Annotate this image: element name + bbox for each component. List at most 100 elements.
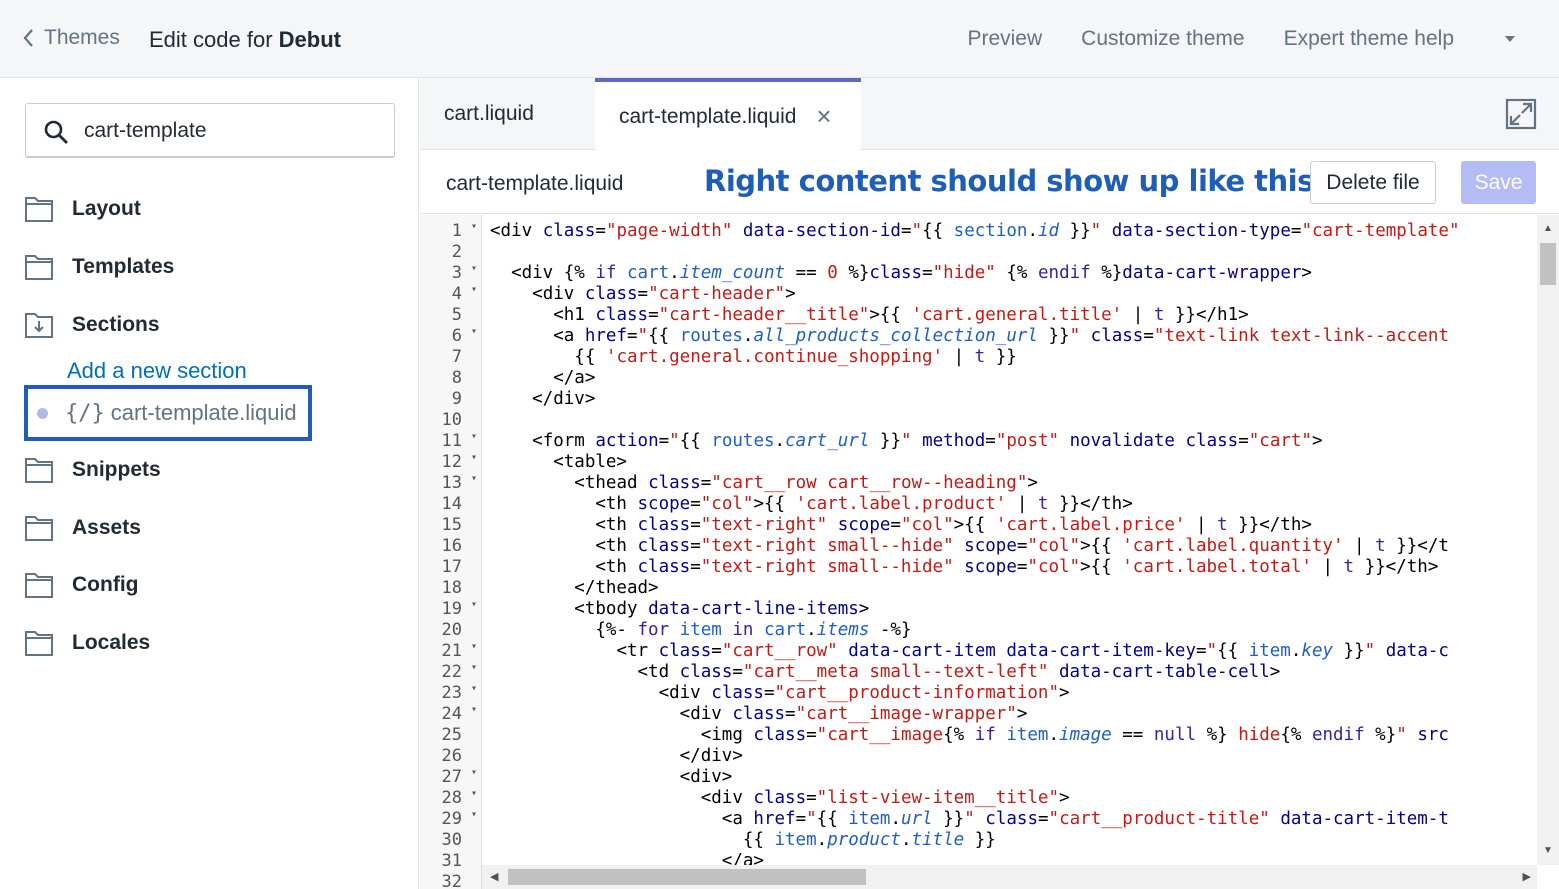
code-line: <tr class="cart__row" data-cart-item dat… bbox=[616, 641, 1449, 661]
folder-label[interactable]: Templates bbox=[72, 255, 174, 279]
line-number: 10 bbox=[441, 410, 462, 430]
code-line: <a href="{{ item.url }}" class="cart__pr… bbox=[721, 809, 1449, 829]
fold-arrow-icon[interactable]: ▾ bbox=[471, 284, 477, 295]
code-line: <th class="text-right small--hide" scope… bbox=[595, 557, 1439, 577]
fold-arrow-icon[interactable]: ▾ bbox=[471, 809, 477, 820]
code-line: {{ item.product.title }} bbox=[490, 830, 996, 850]
fold-arrow-icon[interactable]: ▾ bbox=[471, 473, 477, 484]
vertical-scrollbar[interactable]: ▲ ▼ bbox=[1537, 215, 1559, 865]
scroll-down-icon[interactable]: ▼ bbox=[1543, 845, 1553, 856]
editor-tabs: cart.liquid cart-template.liquid × bbox=[420, 78, 1559, 151]
folder-snippets[interactable]: Snippets bbox=[24, 455, 161, 485]
line-number: 4 ▾ bbox=[451, 284, 477, 304]
search-input[interactable] bbox=[84, 116, 384, 146]
folder-layout[interactable]: Layout bbox=[24, 194, 141, 224]
file-item-label[interactable]: cart-template.liquid bbox=[111, 400, 297, 426]
vertical-scroll-thumb[interactable] bbox=[1540, 243, 1556, 285]
fold-arrow-icon[interactable]: ▾ bbox=[471, 452, 477, 463]
fold-arrow-icon[interactable]: ▾ bbox=[471, 599, 477, 610]
line-number: 12 ▾ bbox=[441, 452, 477, 472]
code-line: <th class="text-right" scope="col">{{ 'c… bbox=[595, 515, 1312, 535]
code-line: </thead> bbox=[490, 578, 659, 598]
folder-assets[interactable]: Assets bbox=[24, 513, 141, 543]
line-number: 11 ▾ bbox=[441, 431, 477, 451]
line-number: 14 bbox=[441, 494, 462, 514]
folder-label[interactable]: Snippets bbox=[72, 458, 161, 482]
line-number: 23 ▾ bbox=[441, 683, 477, 703]
code-line: <div class="cart__image-wrapper"> bbox=[679, 704, 1028, 724]
search-box[interactable] bbox=[25, 103, 395, 158]
fold-arrow-icon[interactable]: ▾ bbox=[471, 704, 477, 715]
fold-arrow-icon[interactable]: ▾ bbox=[471, 431, 477, 442]
code-line: </a> bbox=[490, 851, 764, 865]
folder-label[interactable]: Locales bbox=[72, 631, 150, 655]
line-number: 18 bbox=[441, 578, 462, 598]
horizontal-scrollbar[interactable]: ◀ ▶ bbox=[482, 865, 1537, 889]
tab-cart-template-liquid[interactable]: cart-template.liquid × bbox=[595, 78, 861, 151]
back-themes-link[interactable]: Themes bbox=[22, 26, 120, 50]
folder-config[interactable]: Config bbox=[24, 570, 138, 600]
line-number: 1 ▾ bbox=[451, 221, 477, 241]
tab-cart-liquid[interactable]: cart.liquid bbox=[420, 78, 595, 150]
line-number: 16 bbox=[441, 536, 462, 556]
expand-icon[interactable] bbox=[1505, 98, 1537, 130]
horizontal-scroll-thumb[interactable] bbox=[508, 869, 866, 885]
fold-arrow-icon[interactable]: ▾ bbox=[471, 767, 477, 778]
save-button[interactable]: Save bbox=[1461, 161, 1536, 204]
code-line: <h1 class="cart-header__title">{{ 'cart.… bbox=[553, 305, 1249, 325]
fold-arrow-icon[interactable]: ▾ bbox=[471, 221, 477, 232]
caret-down-icon bbox=[1505, 36, 1515, 42]
code-line: <form action="{{ routes.cart_url }}" met… bbox=[532, 431, 1323, 451]
fold-arrow-icon[interactable]: ▾ bbox=[471, 662, 477, 673]
file-sidebar: Layout Templates Sections Add a new sect… bbox=[0, 78, 419, 889]
fold-arrow-icon[interactable]: ▾ bbox=[471, 683, 477, 694]
line-number: 22 ▾ bbox=[441, 662, 477, 682]
back-label[interactable]: Themes bbox=[44, 26, 120, 50]
code-line: {%- for item in cart.items -%} bbox=[490, 620, 912, 640]
code-line: <div class="page-width" data-section-id=… bbox=[490, 221, 1460, 241]
code-area[interactable]: <div class="page-width" data-section-id=… bbox=[490, 215, 1537, 865]
line-number: 9 bbox=[451, 389, 462, 409]
fold-arrow-icon[interactable]: ▾ bbox=[471, 263, 477, 274]
preview-link[interactable]: Preview bbox=[967, 27, 1042, 51]
annotation-text: Right content should show up like this bbox=[704, 164, 1314, 198]
delete-file-button[interactable]: Delete file bbox=[1310, 161, 1436, 204]
folder-label[interactable]: Sections bbox=[72, 313, 160, 337]
file-item-cart-template[interactable]: {/} cart-template.liquid bbox=[24, 385, 312, 441]
folder-icon bbox=[25, 516, 53, 541]
page-title-prefix: Edit code for bbox=[149, 27, 279, 52]
line-gutter: 1 ▾ 2 3 ▾ 4 ▾ 5 6 ▾ 7 8 9 10 11 ▾ 12 ▾ 13 ▾ 14 15 16 17 18 19 ▾ 20 2… bbox=[420, 215, 482, 889]
tab-label[interactable]: cart-template.liquid bbox=[619, 105, 796, 129]
add-new-section-link[interactable]: Add a new section bbox=[67, 358, 247, 384]
folder-locales[interactable]: Locales bbox=[24, 628, 150, 658]
line-number: 6 ▾ bbox=[451, 326, 477, 346]
folder-label[interactable]: Config bbox=[72, 573, 138, 597]
fold-arrow-icon[interactable]: ▾ bbox=[471, 788, 477, 799]
code-line: <a href="{{ routes.all_products_collecti… bbox=[553, 326, 1449, 346]
customize-theme-link[interactable]: Customize theme bbox=[1081, 27, 1244, 51]
folder-icon bbox=[25, 255, 53, 280]
folder-templates[interactable]: Templates bbox=[24, 252, 174, 282]
folder-download-icon bbox=[25, 313, 53, 338]
code-line: </a> bbox=[490, 368, 596, 388]
line-number: 3 ▾ bbox=[451, 263, 477, 283]
fold-arrow-icon[interactable]: ▾ bbox=[471, 326, 477, 337]
close-icon[interactable]: × bbox=[816, 101, 831, 132]
tab-label[interactable]: cart.liquid bbox=[444, 102, 534, 126]
fold-arrow-icon[interactable]: ▾ bbox=[471, 641, 477, 652]
code-line: </div> bbox=[490, 389, 596, 409]
scroll-up-icon[interactable]: ▲ bbox=[1543, 223, 1553, 234]
folder-sections[interactable]: Sections bbox=[24, 310, 160, 340]
expert-help-dropdown[interactable]: Expert theme help bbox=[1284, 27, 1515, 51]
line-number: 27 ▾ bbox=[441, 767, 477, 787]
top-nav: Preview Customize theme Expert theme hel… bbox=[967, 27, 1559, 51]
folder-label[interactable]: Layout bbox=[72, 197, 141, 221]
scroll-left-icon[interactable]: ◀ bbox=[490, 870, 498, 883]
code-editor[interactable]: 1 ▾ 2 3 ▾ 4 ▾ 5 6 ▾ 7 8 9 10 11 ▾ 12 ▾ 13 ▾ 14 15 16 17 18 19 ▾ 20 2… bbox=[420, 215, 1559, 889]
line-number: 8 bbox=[451, 368, 462, 388]
folder-label[interactable]: Assets bbox=[72, 516, 141, 540]
code-line: <tbody data-cart-line-items> bbox=[574, 599, 870, 619]
file-header-name: cart-template.liquid bbox=[446, 172, 624, 195]
scroll-right-icon[interactable]: ▶ bbox=[1523, 870, 1531, 883]
expert-help-label[interactable]: Expert theme help bbox=[1284, 27, 1454, 51]
